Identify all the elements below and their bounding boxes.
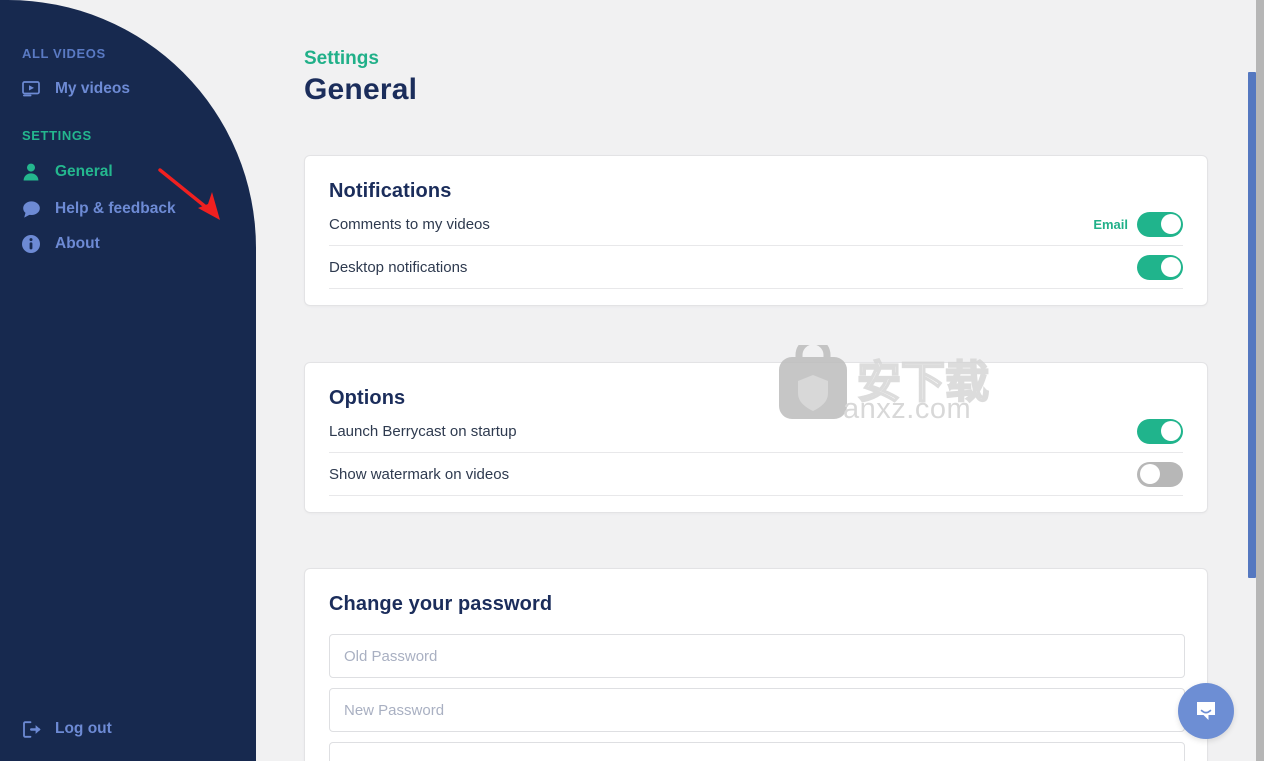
confirm-password-input[interactable] (329, 742, 1185, 761)
toggle-knob (1160, 421, 1181, 441)
person-icon (20, 161, 42, 183)
setting-row: Desktop notifications (329, 246, 1183, 289)
sidebar-item-help-feedback-label: Help & feedback (55, 200, 176, 217)
notifications-card-title: Notifications (329, 180, 452, 202)
change-password-card-title: Change your password (329, 593, 553, 615)
sidebar-item-about-label: About (55, 235, 100, 252)
sidebar-item-general[interactable]: General (20, 159, 113, 185)
logout-arrow-icon (20, 718, 42, 740)
setting-row-control (1137, 418, 1183, 444)
setting-row-control: Email (1093, 211, 1183, 237)
info-circle-icon (20, 233, 42, 255)
toggle-knob (1160, 214, 1181, 234)
app-root: ALL VIDEOS My videos SETTINGS General He… (0, 0, 1264, 761)
email-tag-label: Email (1093, 216, 1128, 232)
page-scrollbar-track[interactable] (1248, 0, 1256, 761)
toggle-knob (1139, 464, 1160, 484)
setting-row: Launch Berrycast on startup (329, 410, 1183, 453)
sidebar-item-my-videos-label: My videos (55, 80, 130, 97)
setting-row-label: Show watermark on videos (329, 465, 510, 483)
toggle-launch-on-startup[interactable] (1137, 418, 1183, 444)
sidebar-section-settings-label: SETTINGS (22, 128, 92, 143)
sidebar: ALL VIDEOS My videos SETTINGS General He… (0, 0, 256, 761)
notifications-card: Notifications Comments to my videos Emai… (304, 155, 1208, 306)
page-scrollbar-thumb[interactable] (1248, 72, 1256, 578)
options-card-title: Options (329, 387, 406, 409)
change-password-card: Change your password (304, 568, 1208, 761)
main-content: Settings General Notifications Comments … (256, 0, 1248, 761)
page-title: General (304, 73, 418, 106)
sidebar-item-logout-label: Log out (55, 720, 112, 737)
setting-row: Show watermark on videos (329, 453, 1183, 496)
sidebar-item-my-videos[interactable]: My videos (20, 76, 130, 102)
window-scrollbar[interactable] (1256, 0, 1264, 761)
setting-row-control (1137, 254, 1183, 280)
options-card: Options Launch Berrycast on startup Show… (304, 362, 1208, 513)
setting-row-label: Launch Berrycast on startup (329, 422, 517, 440)
toggle-desktop-notifications[interactable] (1137, 254, 1183, 280)
toggle-show-watermark[interactable] (1137, 461, 1183, 487)
page-eyebrow: Settings (304, 48, 379, 69)
chat-bubble-icon (1197, 702, 1215, 720)
setting-row-label: Desktop notifications (329, 258, 468, 276)
notifications-rows: Comments to my videos Email Desktop noti… (305, 203, 1207, 305)
sidebar-item-logout[interactable]: Log out (20, 716, 112, 742)
password-fields (305, 616, 1207, 761)
chat-launcher-button[interactable] (1178, 683, 1234, 739)
toggle-knob (1160, 257, 1181, 277)
sidebar-item-general-label: General (55, 163, 113, 180)
old-password-input[interactable] (329, 634, 1185, 678)
chat-bubble-icon (20, 198, 42, 220)
setting-row-control (1137, 461, 1183, 487)
video-play-icon (20, 78, 42, 100)
sidebar-section-all-videos-label: ALL VIDEOS (22, 46, 106, 61)
sidebar-item-help-feedback[interactable]: Help & feedback (20, 196, 176, 222)
setting-row-label: Comments to my videos (329, 215, 490, 233)
toggle-comments-to-my-videos[interactable] (1137, 211, 1183, 237)
options-rows: Launch Berrycast on startup Show waterma… (305, 410, 1207, 512)
new-password-input[interactable] (329, 688, 1185, 732)
setting-row: Comments to my videos Email (329, 203, 1183, 246)
sidebar-item-about[interactable]: About (20, 231, 100, 257)
